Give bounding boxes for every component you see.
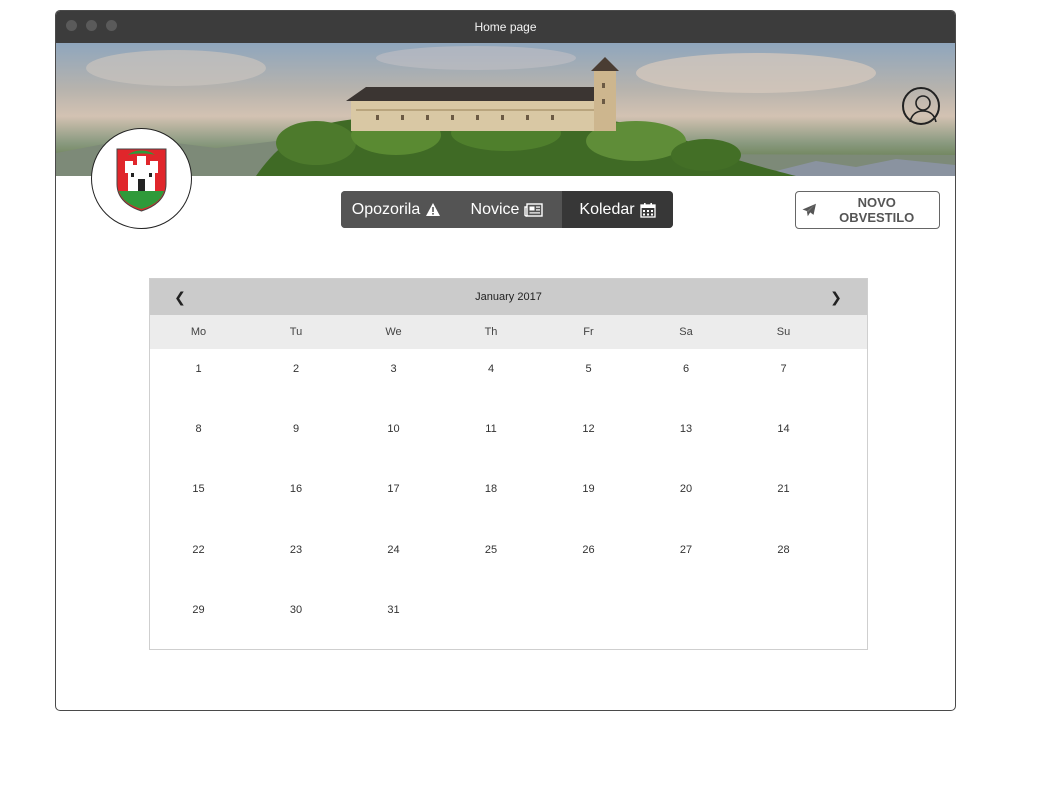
calendar-widget: ❮ January 2017 ❯ Mo Tu We Th Fr Sa Su 12345678…: [149, 278, 868, 650]
calendar-day[interactable]: 13: [638, 419, 735, 439]
tab-koledar[interactable]: Koledar: [562, 191, 673, 228]
calendar-day[interactable]: 31: [345, 600, 442, 620]
user-profile-button[interactable]: [902, 87, 940, 125]
calendar-month-title: January 2017: [475, 291, 542, 303]
calendar-day[interactable]: 29: [150, 600, 247, 620]
tab-novice-label: Novice: [470, 200, 520, 218]
calendar-day[interactable]: 25: [443, 540, 540, 560]
weekday-label: Mo: [190, 326, 207, 338]
calendar-day[interactable]: 27: [638, 540, 735, 560]
browser-window: Home page Opozorila Novice Koledar NOVO …: [55, 10, 956, 711]
calendar-icon: [639, 202, 656, 218]
calendar-day[interactable]: 26: [540, 540, 637, 560]
calendar-day[interactable]: 15: [150, 479, 247, 499]
calendar-day[interactable]: 8: [150, 419, 247, 439]
tab-opozorila-label: Opozorila: [351, 200, 421, 218]
title-bar: Home page: [56, 11, 955, 43]
weekday-label: Fr: [583, 326, 594, 338]
new-notification-button[interactable]: NOVO OBVESTILO: [795, 191, 940, 229]
municipality-logo[interactable]: [91, 128, 192, 229]
calendar-day[interactable]: 23: [248, 540, 345, 560]
calendar-day[interactable]: 17: [345, 479, 442, 499]
calendar-day[interactable]: 9: [248, 419, 345, 439]
weekday-label: Su: [776, 326, 791, 338]
calendar-day[interactable]: 30: [248, 600, 345, 620]
coat-of-arms-icon: [116, 148, 167, 212]
calendar-day[interactable]: 7: [735, 359, 832, 379]
weekday-label: We: [385, 326, 402, 338]
tab-koledar-label: Koledar: [579, 200, 635, 218]
content-tabs: Opozorila Novice Koledar: [341, 191, 673, 228]
calendar-day[interactable]: 14: [735, 419, 832, 439]
calendar-day[interactable]: 10: [345, 419, 442, 439]
calendar-day[interactable]: 11: [443, 419, 540, 439]
calendar-day[interactable]: 18: [443, 479, 540, 499]
warning-icon: [426, 203, 441, 216]
calendar-day[interactable]: 28: [735, 540, 832, 560]
calendar-day[interactable]: 4: [443, 359, 540, 379]
weekday-label: Sa: [679, 326, 693, 338]
calendar-day[interactable]: 21: [735, 479, 832, 499]
paper-plane-icon: [802, 203, 816, 217]
weekday-label: Tu: [289, 326, 303, 338]
window-title: Home page: [474, 20, 537, 34]
calendar-day[interactable]: 2: [248, 359, 345, 379]
newspaper-icon: [524, 202, 544, 217]
calendar-header: ❮ January 2017 ❯: [150, 279, 867, 315]
calendar-day[interactable]: 5: [540, 359, 637, 379]
tab-novice[interactable]: Novice: [452, 191, 562, 228]
weekday-label: Th: [484, 326, 498, 338]
user-icon: [909, 95, 937, 123]
new-notification-label: NOVO OBVESTILO: [839, 195, 915, 225]
calendar-day[interactable]: 12: [540, 419, 637, 439]
weekday-header-row: Mo Tu We Th Fr Sa Su: [150, 315, 867, 349]
calendar-day[interactable]: 16: [248, 479, 345, 499]
calendar-day[interactable]: 22: [150, 540, 247, 560]
calendar-day[interactable]: 3: [345, 359, 442, 379]
calendar-day[interactable]: 20: [638, 479, 735, 499]
next-month-button[interactable]: ❯: [824, 279, 848, 315]
calendar-day[interactable]: 24: [345, 540, 442, 560]
calendar-day[interactable]: 19: [540, 479, 637, 499]
calendar-day[interactable]: 6: [638, 359, 735, 379]
tab-opozorila[interactable]: Opozorila: [341, 191, 452, 228]
calendar-day[interactable]: 1: [150, 359, 247, 379]
